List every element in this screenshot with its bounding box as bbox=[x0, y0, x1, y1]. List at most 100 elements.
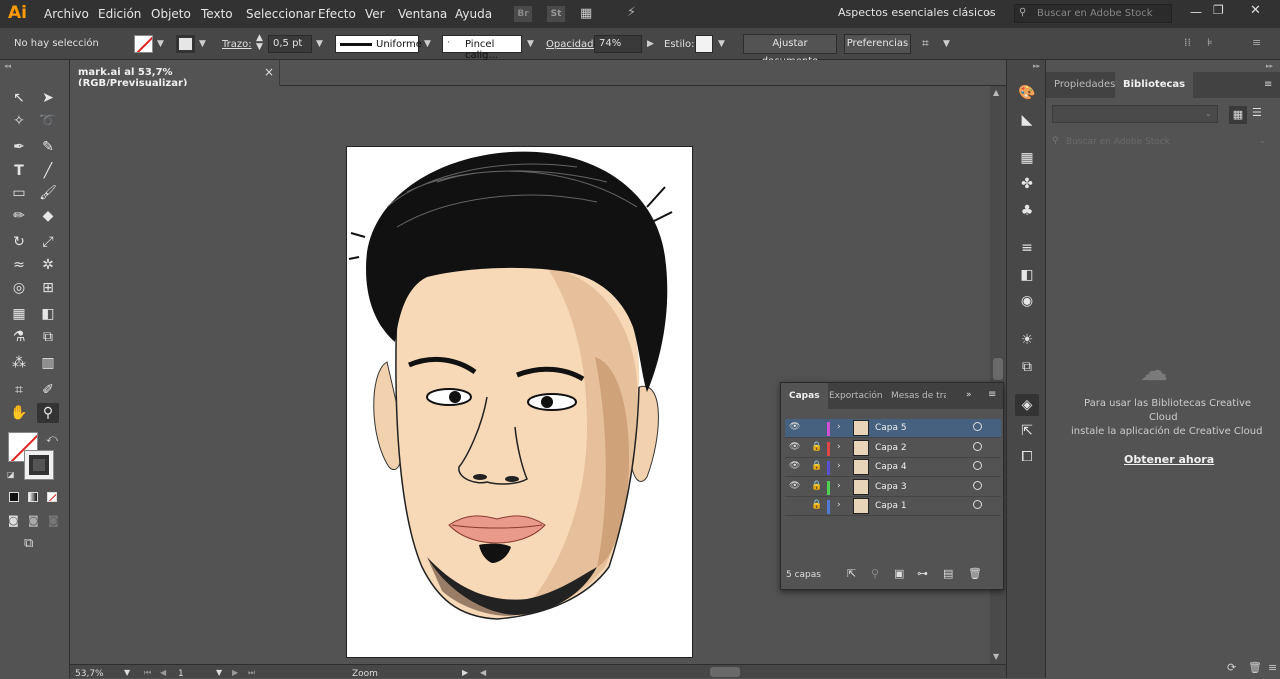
layer-name[interactable]: Capa 3 bbox=[875, 482, 907, 492]
perspective-grid-tool-icon[interactable]: ⊞ bbox=[37, 278, 59, 298]
symbols-panel-icon[interactable]: ♣ bbox=[1015, 200, 1039, 222]
column-graph-tool-icon[interactable]: ▥ bbox=[37, 353, 59, 373]
tab-capas[interactable]: Capas bbox=[781, 383, 828, 409]
graphic-styles-icon[interactable]: ⧉ bbox=[1015, 356, 1039, 378]
chevron-down-icon[interactable]: ▼ bbox=[316, 39, 323, 49]
quick-actions-icon[interactable]: ⌗ bbox=[922, 36, 929, 51]
stock-search-box[interactable]: ⚲ Buscar en Adobe Stock bbox=[1014, 4, 1172, 23]
draw-behind-icon[interactable]: ◙ bbox=[28, 514, 39, 527]
target-circle-icon[interactable] bbox=[973, 500, 982, 509]
color-mode-button[interactable] bbox=[9, 492, 19, 502]
brush-select[interactable]: · Pincel calig... bbox=[442, 35, 522, 61]
clipping-mask-icon[interactable]: ▣ bbox=[894, 567, 904, 580]
color-guide-icon[interactable]: ◣ bbox=[1015, 109, 1039, 131]
scroll-up-icon[interactable]: ▲ bbox=[993, 88, 999, 97]
chevron-down-icon[interactable]: ▼ bbox=[718, 39, 725, 49]
collapse-panel-icon[interactable]: ◂◂ bbox=[4, 62, 11, 70]
chevron-right-icon[interactable]: ▶ bbox=[647, 39, 654, 49]
artboards-panel-icon[interactable]: ⧠ bbox=[1015, 446, 1039, 468]
gpu-performance-icon[interactable]: ⚡ bbox=[627, 5, 636, 20]
chevron-down-icon[interactable]: ▼ bbox=[527, 39, 534, 49]
visibility-eye-icon[interactable]: 👁 bbox=[789, 461, 800, 471]
stroke-weight-input[interactable]: 0,5 pt bbox=[268, 35, 312, 53]
panel-menu-icon[interactable]: ≡ bbox=[1268, 661, 1277, 674]
bridge-button[interactable]: Br bbox=[514, 6, 532, 22]
stroke-panel-icon[interactable]: ≡ bbox=[1015, 237, 1039, 259]
collect-export-icon[interactable]: ⇱ bbox=[847, 567, 856, 580]
gradient-panel-icon[interactable]: ◧ bbox=[1015, 264, 1039, 286]
close-tab-icon[interactable]: × bbox=[264, 65, 274, 79]
chevron-down-icon[interactable]: ▼ bbox=[943, 39, 950, 49]
artboard[interactable] bbox=[346, 146, 693, 658]
panel-menu-icon[interactable]: ≡ bbox=[1264, 79, 1272, 90]
gradient-tool-icon[interactable]: ◧ bbox=[37, 304, 59, 324]
lock-icon[interactable]: 🔒 bbox=[811, 481, 822, 491]
panel-menu-icon[interactable]: ≡ bbox=[1252, 36, 1261, 49]
expand-layer-icon[interactable]: › bbox=[837, 422, 841, 432]
scale-tool-icon[interactable]: ⤢ bbox=[37, 232, 59, 252]
layer-row[interactable]: 👁 🔒 › Capa 3 bbox=[785, 478, 1001, 497]
swap-colors-icon[interactable]: ⤺ bbox=[46, 432, 58, 446]
layer-row[interactable]: 👁 › Capa 5 bbox=[785, 419, 1001, 438]
layer-row[interactable]: 👁 🔒 › Capa 2 bbox=[785, 439, 1001, 458]
layer-name[interactable]: Capa 2 bbox=[875, 443, 907, 453]
shape-builder-tool-icon[interactable]: ◎ bbox=[8, 278, 30, 298]
chevron-down-icon[interactable]: ▼ bbox=[216, 668, 222, 677]
first-artboard-icon[interactable]: ⏮ bbox=[144, 668, 151, 678]
horizontal-scroll-thumb[interactable] bbox=[710, 667, 740, 677]
puppet-warp-tool-icon[interactable]: ✲ bbox=[37, 255, 59, 275]
pencil-tool-icon[interactable]: ✏ bbox=[8, 206, 30, 226]
menu-ver[interactable]: Ver bbox=[365, 7, 385, 21]
close-window-icon[interactable]: ✕ bbox=[1250, 3, 1261, 18]
status-menu-icon[interactable]: ▶ bbox=[462, 668, 468, 677]
stroke-stepper-icon[interactable]: ▲ ▼ bbox=[256, 34, 263, 52]
expand-layer-icon[interactable]: › bbox=[837, 500, 841, 510]
get-now-link[interactable]: Obtener ahora bbox=[1124, 453, 1214, 466]
prev-artboard-icon[interactable]: ◀ bbox=[160, 668, 166, 677]
target-circle-icon[interactable] bbox=[973, 461, 982, 470]
collapse-panel-icon[interactable]: ▸▸ bbox=[1266, 62, 1273, 70]
distribute-icon[interactable]: ⊧ bbox=[1207, 36, 1213, 49]
chevron-down-icon[interactable]: ▼ bbox=[124, 668, 130, 677]
adjust-document-button[interactable]: Ajustar documento bbox=[743, 34, 837, 67]
direct-selection-tool-icon[interactable]: ➤ bbox=[37, 88, 59, 108]
asset-export-icon[interactable]: ⇱ bbox=[1015, 420, 1039, 442]
minimize-icon[interactable]: — bbox=[1190, 5, 1202, 19]
appearance-panel-icon[interactable]: ☀ bbox=[1015, 329, 1039, 351]
expand-layer-icon[interactable]: › bbox=[837, 481, 841, 491]
chevron-down-icon[interactable]: ▼ bbox=[199, 39, 206, 49]
expand-layer-icon[interactable]: › bbox=[837, 461, 841, 471]
chevron-down-icon[interactable]: ▼ bbox=[157, 39, 164, 49]
locate-object-icon[interactable]: ⚲ bbox=[871, 567, 879, 580]
eyedropper-tool-icon[interactable]: ⚗ bbox=[8, 327, 30, 347]
none-mode-button[interactable] bbox=[47, 492, 57, 502]
layer-name[interactable]: Capa 4 bbox=[875, 462, 907, 472]
menu-efecto[interactable]: Efecto bbox=[318, 7, 356, 21]
type-tool-icon[interactable]: T bbox=[8, 161, 30, 181]
paintbrush-tool-icon[interactable]: 🖌 bbox=[37, 183, 59, 203]
draw-normal-icon[interactable]: ◙ bbox=[8, 514, 19, 527]
layer-name[interactable]: Capa 5 bbox=[875, 423, 907, 433]
pen-tool-icon[interactable]: ✒ bbox=[8, 137, 30, 157]
swatches-panel-icon[interactable]: ▦ bbox=[1015, 147, 1039, 169]
line-tool-icon[interactable]: ╱ bbox=[37, 161, 59, 181]
target-circle-icon[interactable] bbox=[973, 480, 982, 490]
eraser-tool-icon[interactable]: ◆ bbox=[37, 206, 59, 226]
menu-archivo[interactable]: Archivo bbox=[44, 7, 89, 21]
fill-swatch[interactable] bbox=[134, 35, 153, 53]
rotate-tool-icon[interactable]: ↻ bbox=[8, 232, 30, 252]
curvature-tool-icon[interactable]: ✎ bbox=[37, 137, 59, 157]
gradient-mode-button[interactable] bbox=[28, 492, 38, 502]
menu-ayuda[interactable]: Ayuda bbox=[455, 7, 492, 21]
hscroll-left-icon[interactable]: ◀ bbox=[480, 668, 486, 677]
visibility-eye-icon[interactable]: 👁 bbox=[789, 481, 800, 491]
default-colors-icon[interactable]: ◪ bbox=[7, 470, 15, 479]
layers-panel-icon[interactable]: ◈ bbox=[1015, 394, 1039, 416]
menu-ventana[interactable]: Ventana bbox=[398, 7, 447, 21]
document-tab[interactable]: mark.ai al 53,7% (RGB/Previsualizar) × bbox=[70, 60, 280, 89]
layer-row[interactable]: 👁 🔒 › Capa 4 bbox=[785, 458, 1001, 477]
restore-icon[interactable]: ❐ bbox=[1213, 3, 1224, 17]
tab-bibliotecas[interactable]: Bibliotecas bbox=[1115, 72, 1194, 98]
lasso-tool-icon[interactable]: ➰ bbox=[37, 111, 59, 131]
scroll-down-icon[interactable]: ▼ bbox=[993, 652, 999, 661]
